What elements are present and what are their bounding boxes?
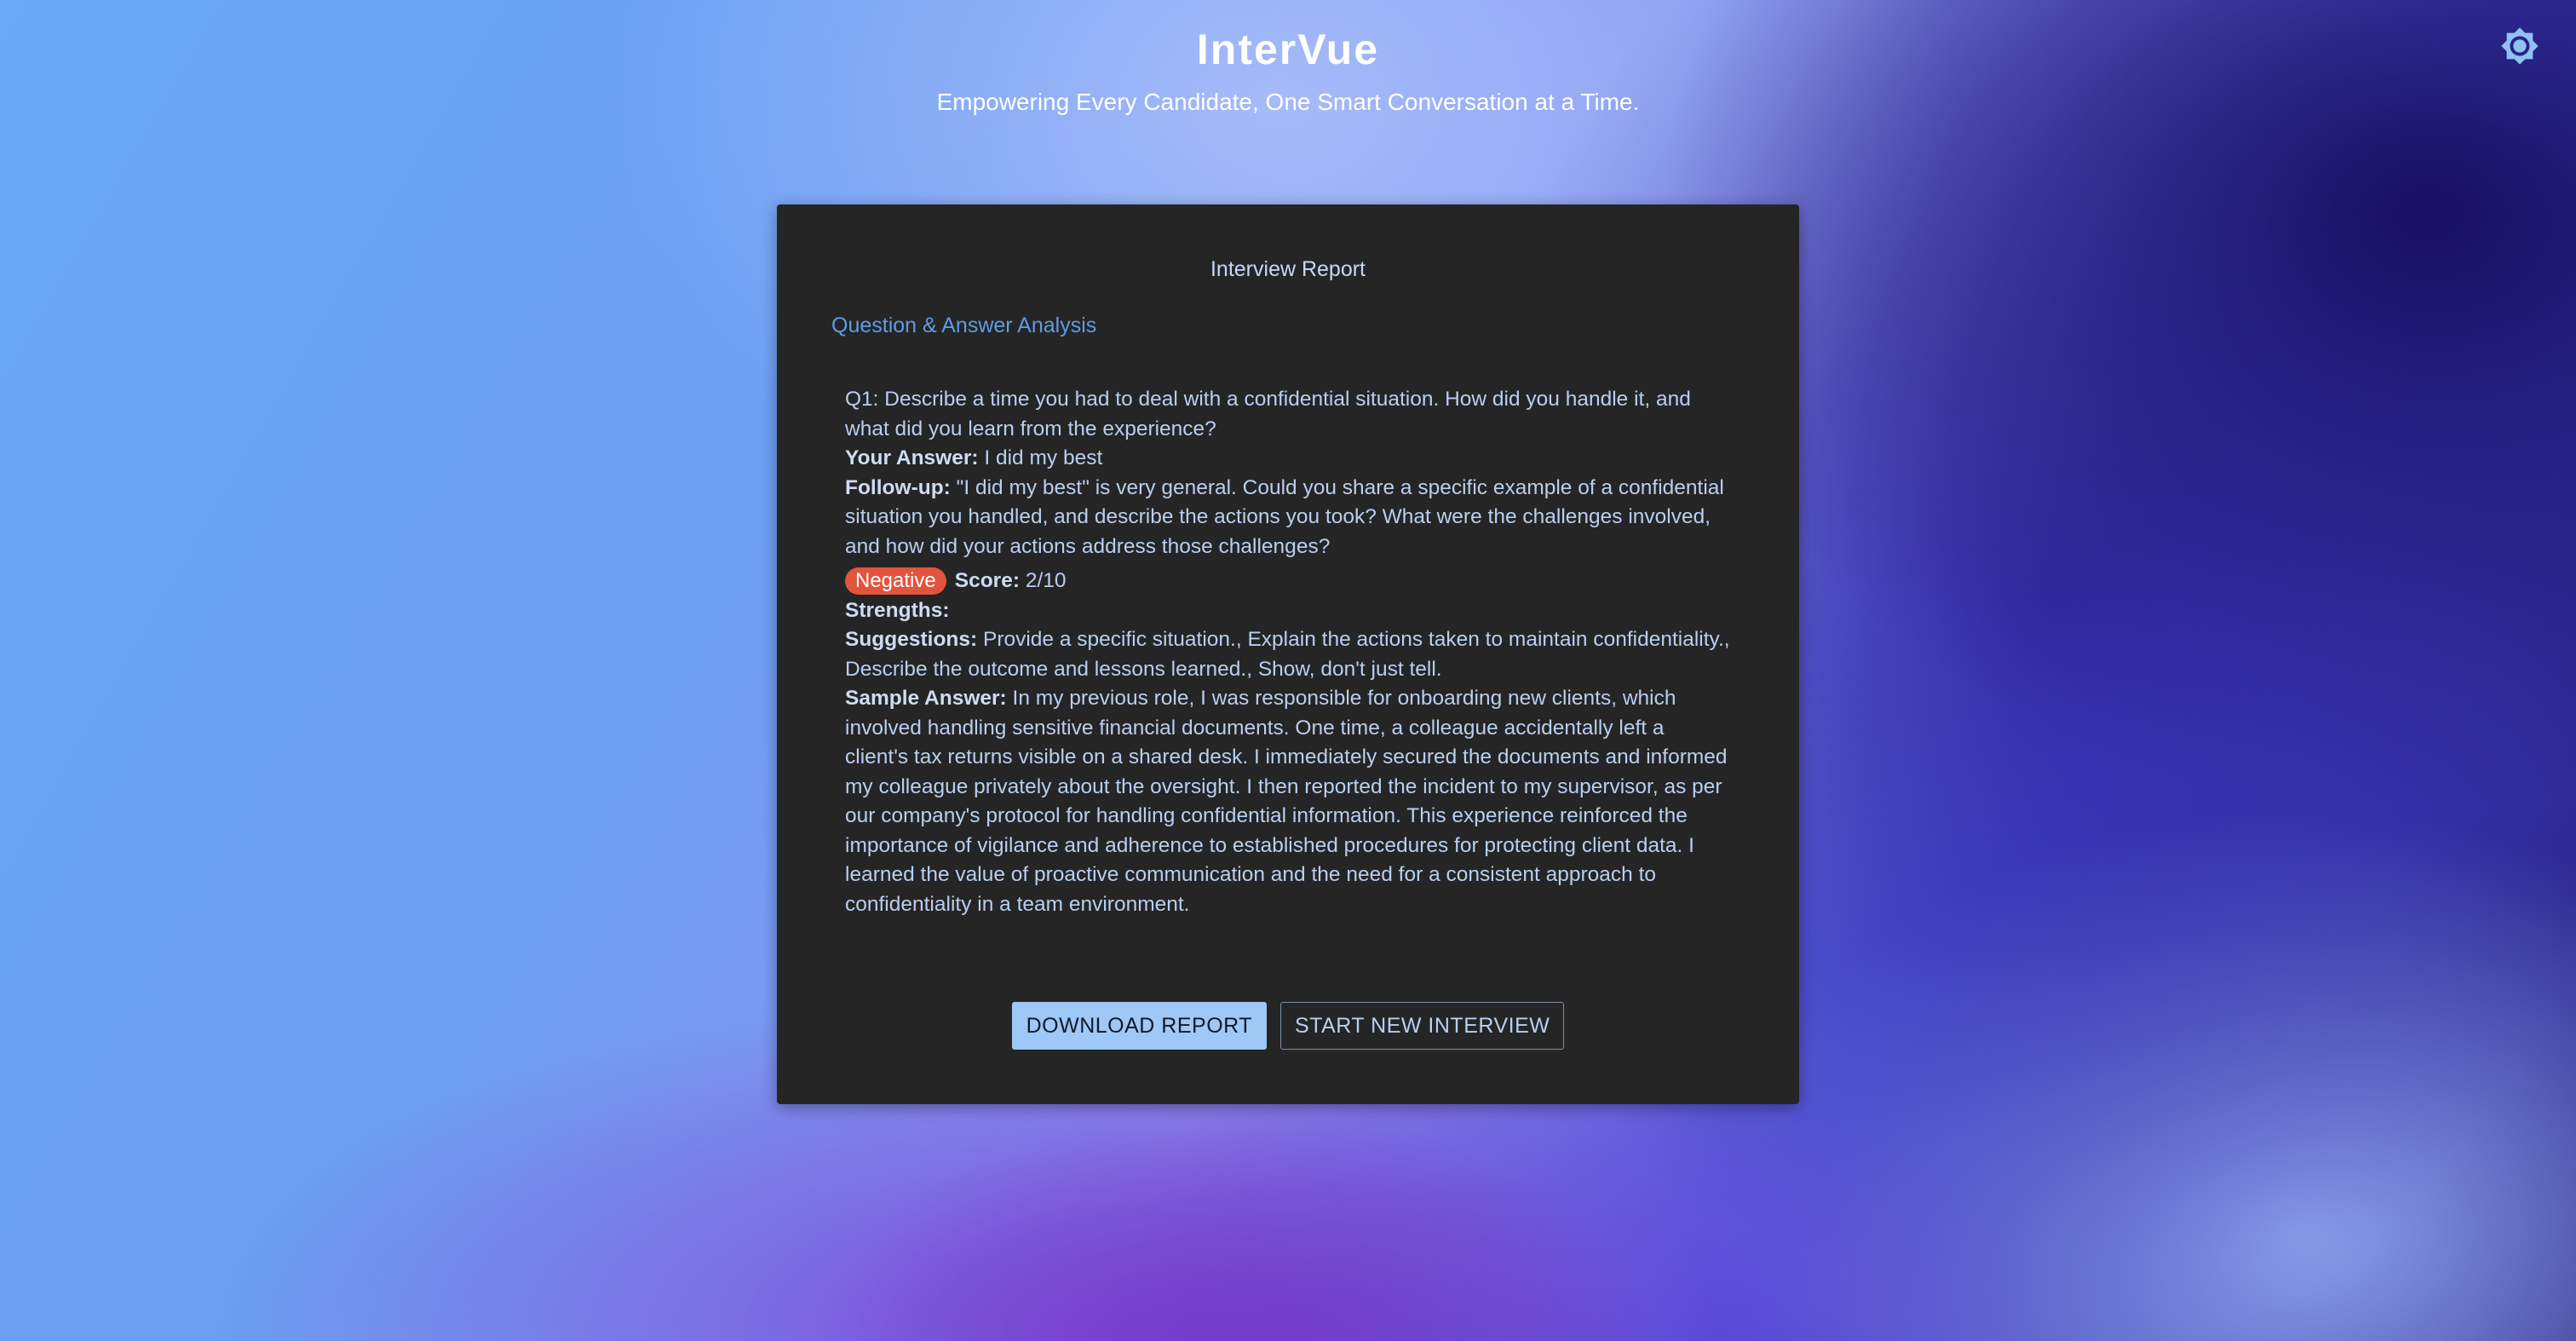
suggestions-row: Suggestions: Provide a specific situatio…: [845, 625, 1731, 684]
score-value: 2/10: [1025, 569, 1067, 592]
sample-answer-label: Sample Answer:: [845, 687, 1007, 710]
start-new-interview-button[interactable]: START NEW INTERVIEW: [1280, 1002, 1565, 1050]
sample-answer-text: In my previous role, I was responsible f…: [845, 687, 1728, 916]
sentiment-badge: Negative: [845, 567, 946, 596]
qa-analysis-heading: Question & Answer Analysis: [831, 314, 1097, 337]
followup-text: "I did my best" is very general. Could y…: [845, 475, 1724, 558]
your-answer-row: Your Answer: I did my best: [845, 444, 1731, 474]
score-label: Score:: [954, 569, 1020, 592]
question-answer-block: Q1: Describe a time you had to deal with…: [845, 385, 1731, 919]
suggestions-label: Suggestions:: [845, 628, 978, 651]
your-answer-label: Your Answer:: [845, 446, 979, 469]
sample-answer-row: Sample Answer: In my previous role, I wa…: [845, 684, 1731, 919]
strengths-row: Strengths:: [845, 596, 1731, 626]
followup-label: Follow-up:: [845, 475, 951, 499]
report-actions: DOWNLOAD REPORT START NEW INTERVIEW: [777, 1002, 1799, 1050]
question-text: Q1: Describe a time you had to deal with…: [845, 388, 1691, 440]
score-row: Negative Score: 2/10: [845, 567, 1731, 596]
followup-row: Follow-up: "I did my best" is very gener…: [845, 474, 1731, 562]
suggestions-text: Provide a specific situation., Explain t…: [845, 628, 1730, 681]
score-group: Score: 2/10: [955, 567, 1067, 596]
download-report-button[interactable]: DOWNLOAD REPORT: [1011, 1002, 1268, 1050]
strengths-label: Strengths:: [845, 598, 950, 622]
interview-report-card: Interview Report Question & Answer Analy…: [777, 204, 1799, 1104]
app-subtitle: Empowering Every Candidate, One Smart Co…: [936, 89, 1640, 115]
your-answer-text: I did my best: [984, 446, 1103, 469]
app-title: InterVue: [1196, 26, 1380, 73]
app-header: InterVue Empowering Every Candidate, One…: [0, 24, 2576, 118]
report-title: Interview Report: [1210, 257, 1366, 281]
